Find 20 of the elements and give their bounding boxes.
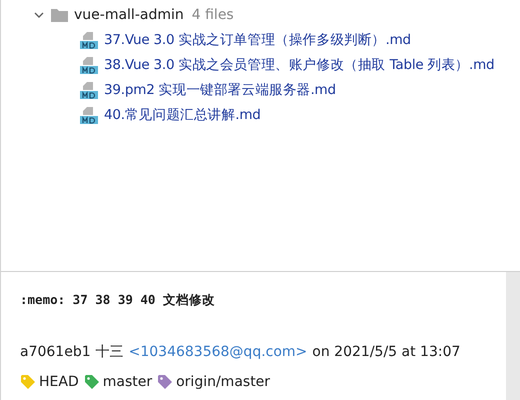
file-name[interactable]: 39.pm2 实现一键部署云端服务器.md bbox=[104, 80, 336, 98]
ref-name: master bbox=[102, 374, 152, 390]
ref-name: origin/master bbox=[176, 374, 270, 390]
author-name: 十三 bbox=[96, 343, 124, 361]
markdown-file-icon bbox=[80, 80, 98, 98]
file-name[interactable]: 38.Vue 3.0 实战之会员管理、账户修改（抽取 Table 列表）.md bbox=[104, 56, 494, 74]
file-name[interactable]: 37.Vue 3.0 实战之订单管理（操作多级判断）.md bbox=[104, 30, 411, 48]
folder-icon bbox=[51, 8, 68, 22]
commit-message: :memo: 37 38 39 40 文档修改 bbox=[20, 292, 216, 309]
commit-hash: a7061eb1 bbox=[20, 344, 91, 360]
file-name[interactable]: 40.常见问题汇总讲解.md bbox=[104, 106, 261, 124]
markdown-file-icon bbox=[80, 56, 98, 74]
ref-name: HEAD bbox=[39, 374, 79, 390]
markdown-file-icon bbox=[80, 30, 98, 48]
email-link[interactable]: <1034683568@qq.com> bbox=[128, 344, 308, 360]
markdown-file-icon bbox=[80, 106, 98, 124]
commit-date: on 2021/5/5 at 13:07 bbox=[312, 344, 460, 360]
folder-name[interactable]: vue-mall-admin bbox=[74, 6, 184, 22]
scrollbar-track[interactable] bbox=[506, 272, 520, 400]
file-count: 4 files bbox=[192, 6, 234, 22]
